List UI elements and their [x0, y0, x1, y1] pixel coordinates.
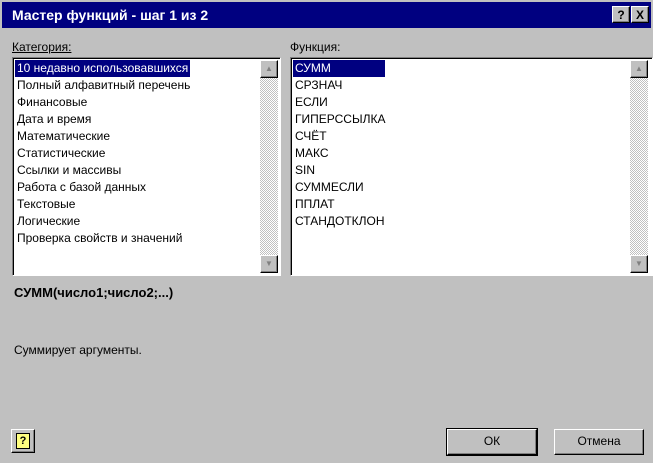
category-items: 10 недавно использовавшихся Полный алфави… — [15, 60, 191, 247]
category-list[interactable]: 10 недавно использовавшихся Полный алфави… — [12, 57, 281, 276]
function-list-item[interactable]: СУММЕСЛИ — [293, 179, 385, 196]
function-label: Функция: — [290, 40, 341, 54]
window-title: Мастер функций - шаг 1 из 2 — [12, 7, 209, 23]
category-list-item[interactable]: Текстовые — [15, 196, 190, 213]
scroll-down-arrow-icon[interactable]: ▼ — [630, 255, 648, 273]
scroll-up-arrow-icon[interactable]: ▲ — [260, 60, 278, 78]
function-list-item[interactable]: СТАНДОТКЛОН — [293, 213, 385, 230]
function-description: Суммирует аргументы. — [14, 343, 142, 357]
function-list-item[interactable]: МАКС — [293, 145, 385, 162]
category-list-item[interactable]: Полный алфавитный перечень — [15, 77, 190, 94]
category-list-item[interactable]: Работа с базой данных — [15, 179, 190, 196]
function-list-item[interactable]: SIN — [293, 162, 385, 179]
category-list-item[interactable]: Ссылки и массивы — [15, 162, 190, 179]
help-icon: ? — [16, 433, 30, 449]
function-list[interactable]: СУММ СРЗНАЧ ЕСЛИ ГИПЕРССЫЛКА СЧЁТ МАКС SIN СУММ… — [290, 57, 653, 276]
help-button[interactable]: ? — [11, 429, 35, 453]
title-close-button[interactable]: X — [631, 6, 649, 23]
function-wizard-dialog: Мастер функций - шаг 1 из 2 ? X Категори… — [0, 0, 653, 463]
category-list-item[interactable]: Логические — [15, 213, 190, 230]
cancel-button[interactable]: Отмена — [554, 429, 644, 455]
category-list-item[interactable]: 10 недавно использовавшихся — [15, 60, 191, 77]
function-list-item[interactable]: СУММ — [293, 60, 386, 77]
title-bar[interactable]: Мастер функций - шаг 1 из 2 ? X — [2, 2, 651, 28]
function-list-item[interactable]: СЧЁТ — [293, 128, 385, 145]
function-list-item[interactable]: ЕСЛИ — [293, 94, 385, 111]
ok-button[interactable]: ОК — [446, 428, 538, 456]
title-help-button[interactable]: ? — [612, 6, 630, 23]
function-list-item[interactable]: СРЗНАЧ — [293, 77, 385, 94]
category-list-item[interactable]: Проверка свойств и значений — [15, 230, 190, 247]
function-scrollbar[interactable]: ▲ ▼ — [630, 60, 648, 273]
scroll-down-arrow-icon[interactable]: ▼ — [260, 255, 278, 273]
category-scrollbar[interactable]: ▲ ▼ — [260, 60, 278, 273]
function-items: СУММ СРЗНАЧ ЕСЛИ ГИПЕРССЫЛКА СЧЁТ МАКС SIN СУММ… — [293, 60, 386, 230]
category-list-item[interactable]: Математические — [15, 128, 190, 145]
category-list-item[interactable]: Статистические — [15, 145, 190, 162]
scroll-up-arrow-icon[interactable]: ▲ — [630, 60, 648, 78]
category-label: Категория: — [12, 40, 71, 54]
category-list-item[interactable]: Дата и время — [15, 111, 190, 128]
function-list-item[interactable]: ГИПЕРССЫЛКА — [293, 111, 385, 128]
category-label-text: Категория: — [12, 40, 72, 54]
function-syntax: СУММ(число1;число2;...) — [14, 285, 174, 300]
category-list-item[interactable]: Финансовые — [15, 94, 190, 111]
function-list-item[interactable]: ППЛАТ — [293, 196, 385, 213]
